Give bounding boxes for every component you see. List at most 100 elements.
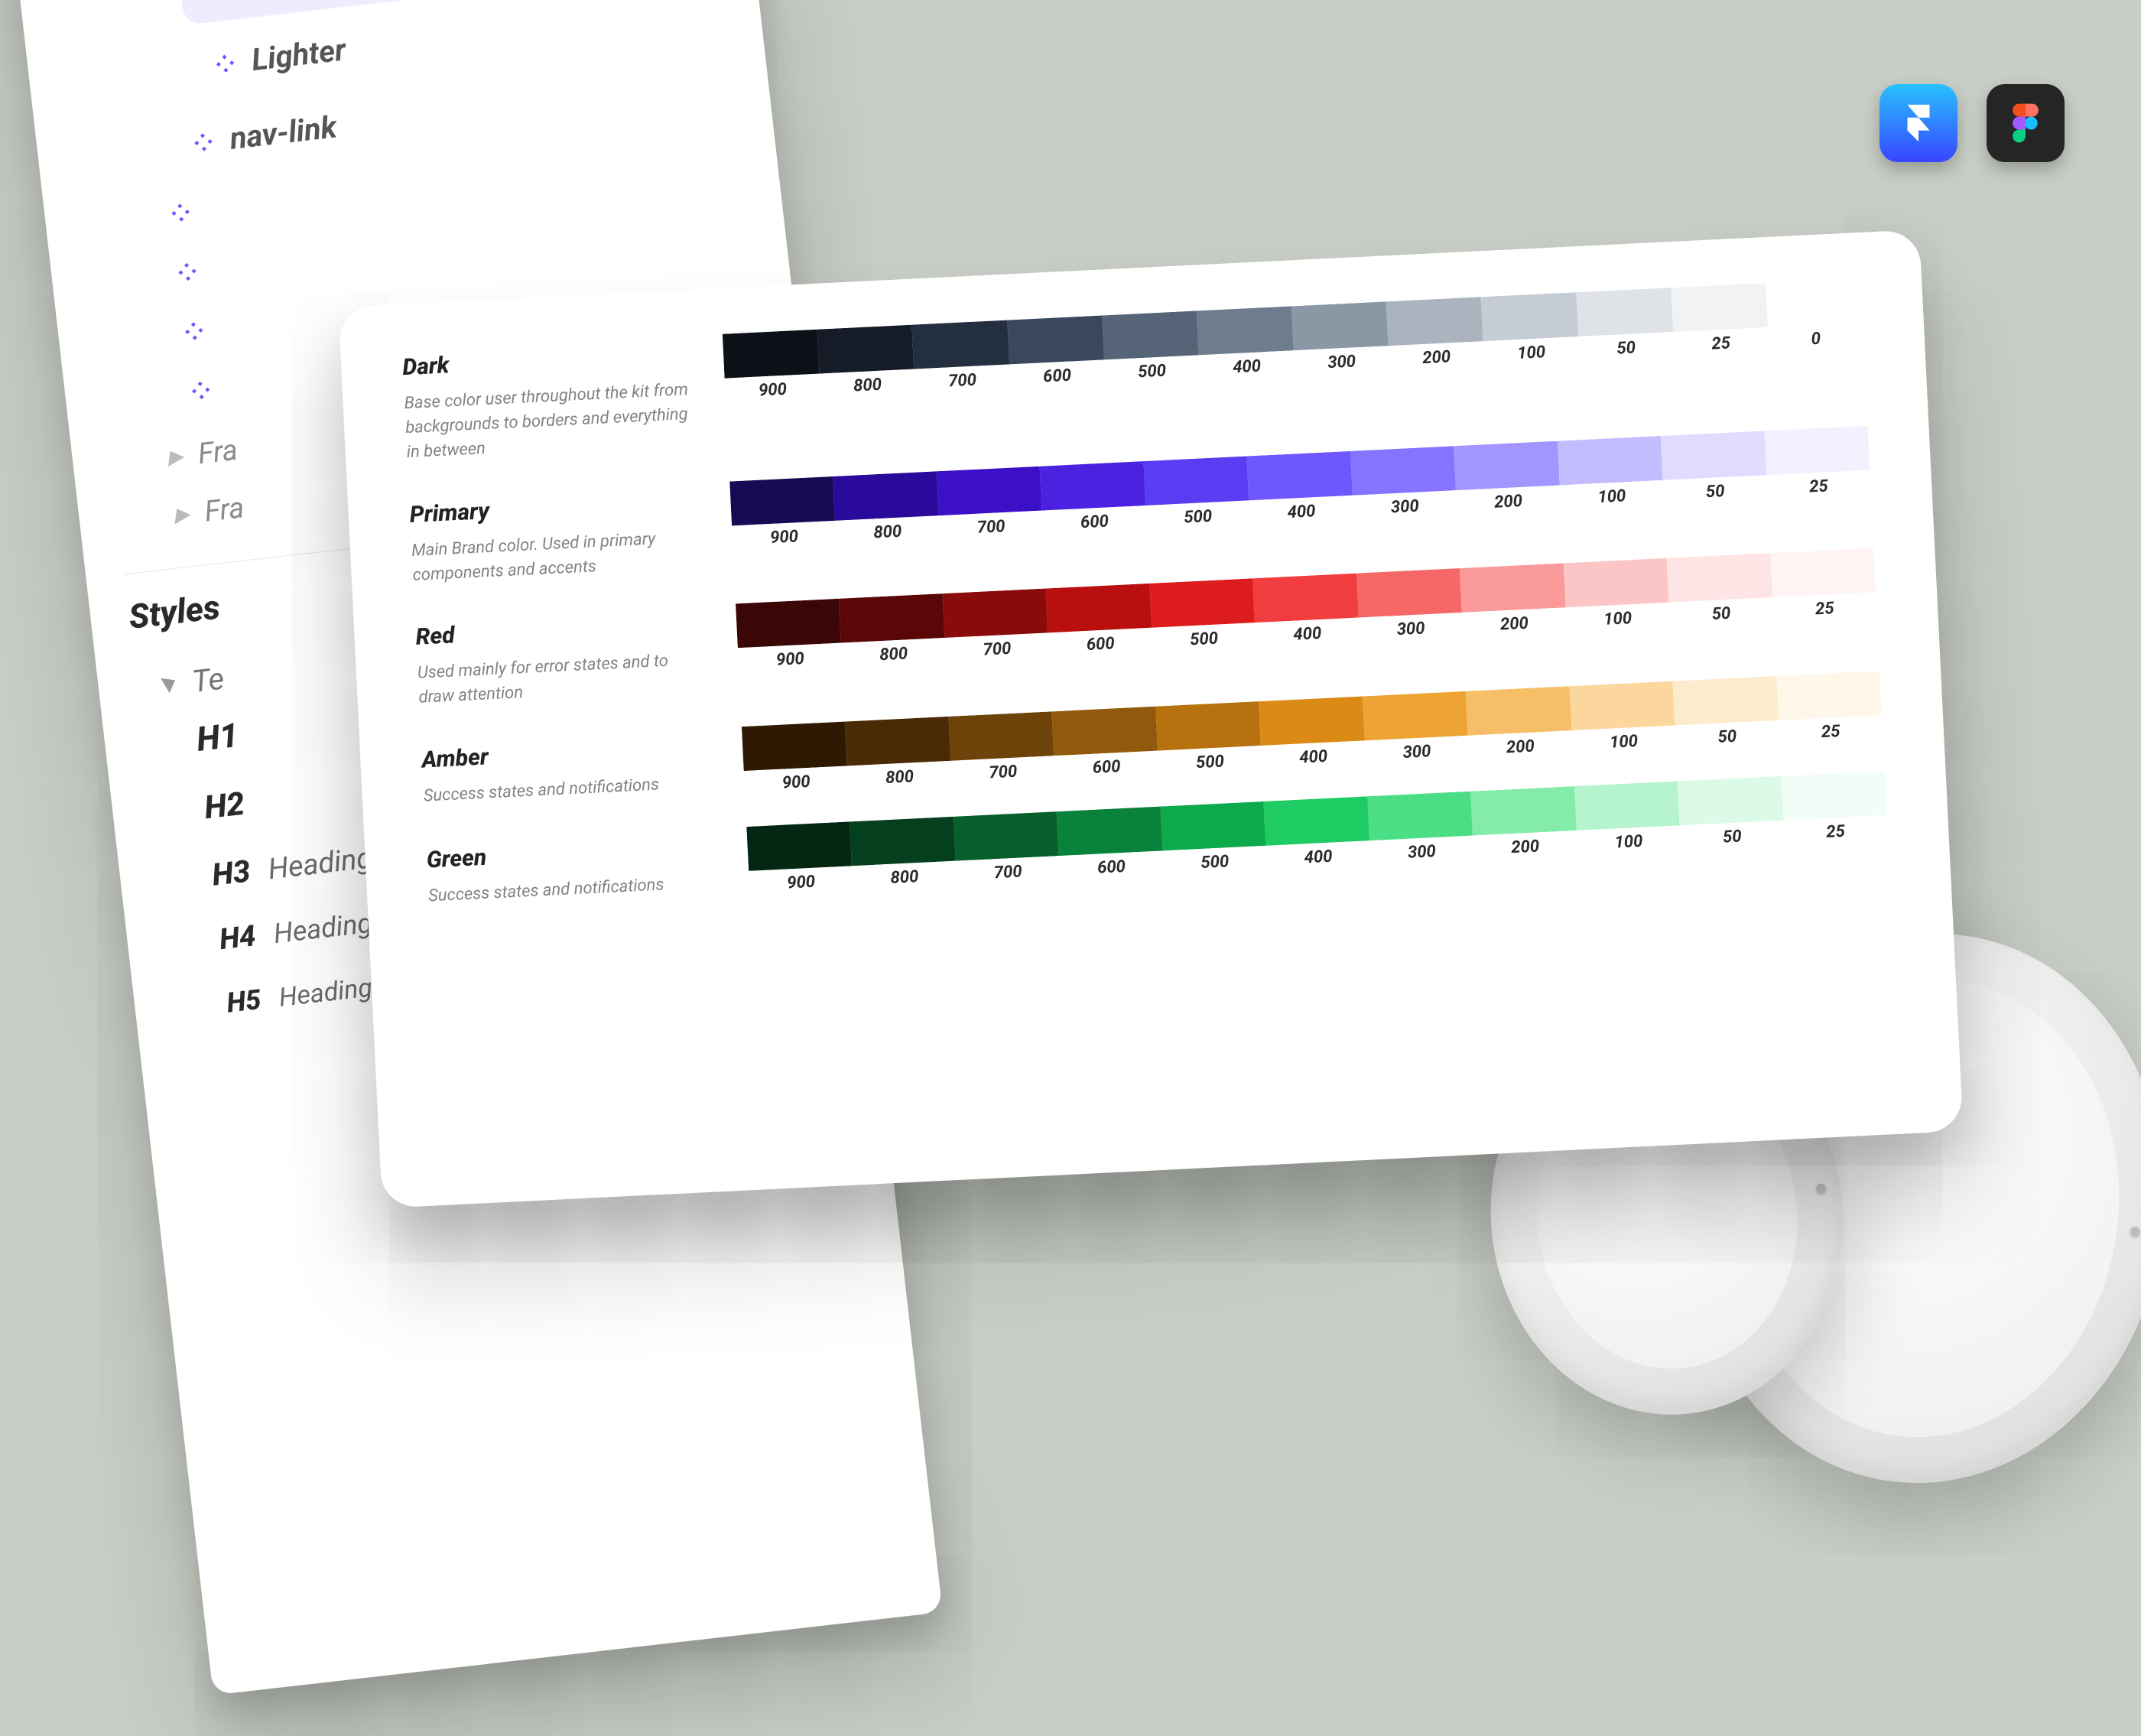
swatch[interactable] [1247, 451, 1353, 501]
swatch[interactable] [1460, 564, 1565, 613]
swatch[interactable] [839, 594, 944, 644]
swatch[interactable] [1781, 771, 1886, 821]
swatch[interactable] [1102, 310, 1199, 359]
swatch[interactable] [1363, 691, 1468, 741]
swatch[interactable] [742, 722, 847, 772]
component-icon [190, 379, 212, 401]
swatch[interactable] [1766, 278, 1863, 327]
shade-label: 100 [1483, 341, 1579, 365]
swatch[interactable] [1356, 568, 1462, 618]
swatch[interactable] [1160, 801, 1265, 851]
swatch[interactable] [1770, 548, 1876, 598]
swatch[interactable] [1454, 441, 1559, 490]
figma-app-icon [1987, 84, 2065, 162]
swatch[interactable] [1264, 797, 1369, 847]
layer-label: Lighter [250, 31, 348, 78]
swatch[interactable] [1557, 436, 1662, 486]
swatch[interactable] [729, 476, 835, 526]
shade-label: 900 [725, 379, 820, 402]
swatch[interactable] [1155, 701, 1261, 751]
shade-label: 600 [1059, 856, 1164, 880]
frame-label: Fra [203, 491, 245, 529]
swatch[interactable] [1386, 297, 1483, 346]
shade-label: 900 [744, 771, 849, 795]
swatch[interactable] [937, 466, 1042, 515]
swatch[interactable] [1197, 306, 1294, 355]
component-icon [214, 52, 236, 74]
swatch[interactable] [1672, 676, 1778, 726]
swatch[interactable] [948, 712, 1054, 762]
palette-name: Dark [402, 340, 694, 382]
swatch[interactable] [1007, 316, 1104, 365]
shade-label: 800 [847, 766, 952, 790]
shade-label: 25 [1766, 474, 1871, 499]
swatch[interactable] [1574, 782, 1680, 831]
shade-label: 700 [956, 860, 1061, 885]
swatch[interactable] [1576, 288, 1673, 336]
shade-label: 900 [732, 525, 837, 550]
shade-label: 300 [1294, 350, 1389, 374]
swatch[interactable] [1046, 584, 1152, 633]
swatch[interactable] [1481, 292, 1578, 341]
swatch[interactable] [1367, 792, 1473, 841]
swatch[interactable] [1040, 461, 1145, 511]
swatch[interactable] [1470, 786, 1576, 836]
shade-label: 400 [1256, 623, 1360, 647]
swatch[interactable] [1661, 431, 1766, 480]
shade-label: 200 [1473, 835, 1577, 860]
swatch[interactable] [912, 320, 1009, 369]
shade-label: 300 [1369, 840, 1474, 865]
swatch[interactable] [850, 817, 956, 866]
type-tag: H4 [218, 919, 258, 957]
shade-label: 100 [1571, 730, 1676, 755]
shade-label: 800 [841, 642, 946, 667]
swatch[interactable] [746, 822, 852, 872]
shade-label: 700 [915, 369, 1010, 392]
shade-label: 200 [1462, 613, 1567, 637]
shade-label: 300 [1359, 617, 1464, 642]
framer-icon [1896, 101, 1941, 145]
swatch[interactable] [1776, 671, 1882, 721]
swatch[interactable] [1057, 807, 1162, 857]
shade-label: 500 [1152, 628, 1256, 652]
swatch[interactable] [1671, 283, 1768, 332]
layer-label: nav-link [228, 109, 339, 157]
color-palette-card: DarkBase color user throughout the kit f… [338, 229, 1963, 1208]
swatch[interactable] [1563, 558, 1668, 608]
shade-label: 50 [1680, 825, 1785, 850]
palette-desc: Used mainly for error states and to draw… [417, 648, 710, 710]
swatch[interactable] [1143, 456, 1249, 506]
swatch[interactable] [736, 599, 841, 649]
shade-label: 50 [1663, 480, 1768, 504]
swatch[interactable] [1466, 686, 1571, 736]
swatch[interactable] [943, 589, 1048, 639]
shade-label: 200 [1389, 346, 1484, 369]
swatch[interactable] [1252, 574, 1358, 623]
swatch[interactable] [1667, 554, 1772, 603]
swatch[interactable] [1569, 681, 1675, 731]
shade-label: 300 [1353, 495, 1457, 519]
shade-label: 700 [951, 760, 1056, 785]
shade-label: 800 [820, 374, 915, 398]
swatch[interactable] [1350, 446, 1456, 496]
swatch[interactable] [954, 811, 1059, 861]
app-badges [1879, 84, 2065, 162]
frame-label: Fra [197, 434, 239, 472]
palette-desc: Success states and notifications [423, 770, 714, 808]
swatch[interactable] [723, 330, 820, 379]
shade-label: 25 [1783, 820, 1888, 844]
swatch[interactable] [1291, 301, 1389, 350]
shade-label: 200 [1456, 489, 1561, 514]
swatch[interactable] [1149, 579, 1255, 629]
swatch[interactable] [1678, 776, 1783, 826]
shade-label: 800 [836, 520, 941, 545]
type-tag: H5 [225, 983, 262, 1019]
shade-label: 50 [1578, 336, 1674, 360]
swatch[interactable] [833, 471, 938, 521]
swatch[interactable] [845, 717, 950, 766]
swatch[interactable] [1259, 697, 1364, 746]
swatch[interactable] [1052, 707, 1158, 756]
swatch[interactable] [817, 325, 915, 374]
palette-desc: Success states and notifications [427, 870, 719, 909]
swatch[interactable] [1764, 425, 1870, 475]
